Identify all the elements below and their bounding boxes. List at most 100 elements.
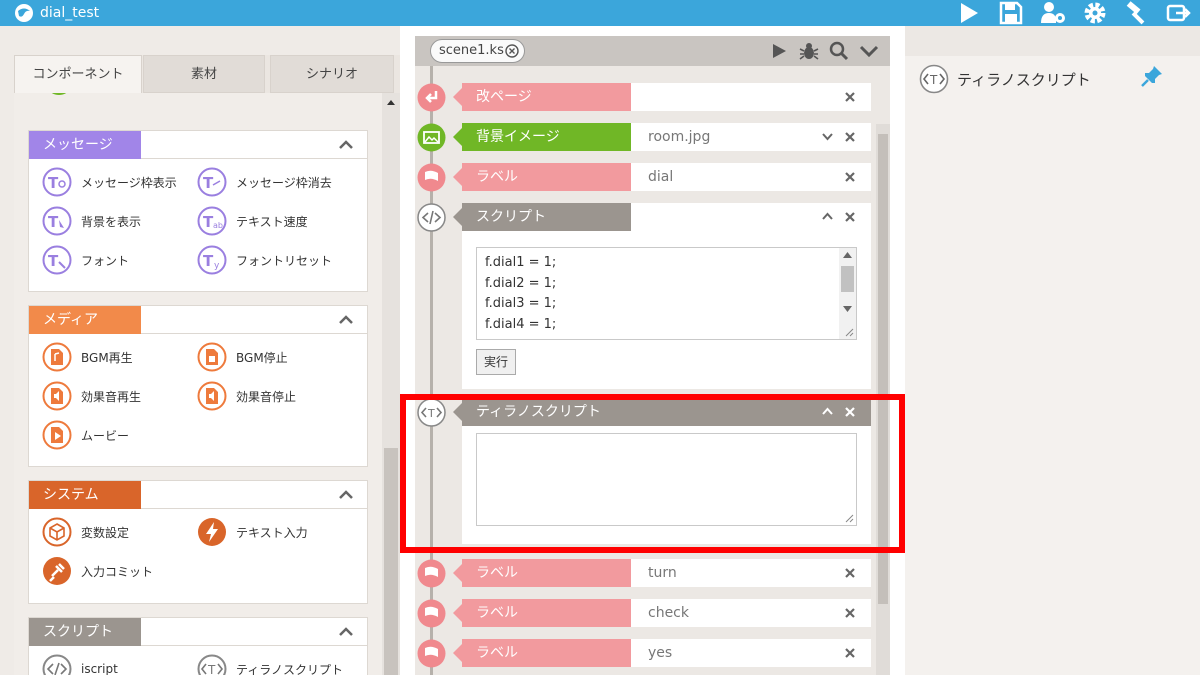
bgm-stop-icon (197, 342, 227, 372)
close-tab-icon[interactable] (505, 44, 519, 58)
scenario-row-label-dial[interactable]: ラベル dial (453, 163, 871, 191)
palette-item-variable[interactable]: 変数設定 (42, 517, 129, 547)
scene-file-tab[interactable]: scene1.ks (430, 39, 525, 63)
palette-item-text-speed[interactable]: Tab テキスト速度 (197, 206, 308, 236)
palette-item-text-input[interactable]: テキスト入力 (197, 517, 308, 547)
section-media: メディア BGM再生 BGM停止 効果音再生 効果音停止 ムービー (28, 305, 368, 467)
palette-scrollbar[interactable] (382, 93, 400, 675)
tab-components[interactable]: コンポーネント (14, 55, 142, 93)
chevron-up-icon[interactable] (339, 314, 353, 324)
delete-x-icon[interactable] (845, 568, 855, 578)
palette-item-message-show[interactable]: T メッセージ枠表示 (42, 167, 177, 197)
row-label: 改ページ (453, 83, 631, 111)
font-icon: T (42, 245, 72, 275)
tyrano-logo-icon (15, 4, 33, 22)
section-label: メッセージ (29, 131, 141, 159)
svg-text:T: T (48, 213, 59, 231)
palette-item-bgm-stop[interactable]: BGM停止 (197, 342, 288, 372)
tab-assets[interactable]: 素材 (143, 55, 265, 93)
editor-toolbar: scene1.ks (415, 36, 890, 66)
svg-text:ab: ab (213, 221, 223, 230)
palette-item-background-show[interactable]: T 背景を表示 (42, 206, 141, 236)
se-stop-icon (197, 381, 227, 411)
palette-item-movie[interactable]: ムービー (42, 420, 129, 450)
delete-x-icon[interactable] (845, 92, 855, 102)
palette-item-se-stop[interactable]: 効果音停止 (197, 381, 296, 411)
delete-x-icon[interactable] (845, 212, 855, 222)
chevron-up-icon[interactable] (339, 626, 353, 636)
script-code-textarea[interactable]: f.dial1 = 1; f.dial2 = 1; f.dial3 = 1; f… (476, 247, 857, 340)
debug-bug-icon[interactable] (798, 41, 820, 61)
palette-item-iscript[interactable]: iscript (42, 654, 118, 675)
scenario-row-label-check[interactable]: ラベル check (453, 599, 871, 627)
row-value: turn (648, 565, 677, 581)
row-label: 背景イメージ (453, 123, 631, 151)
row-value: check (648, 605, 689, 621)
properties-title: T ティラノスクリプト (919, 64, 1091, 94)
scroll-up-arrow-icon[interactable] (843, 252, 852, 258)
section-header[interactable]: スクリプト (29, 618, 367, 646)
palette-scroll-thumb[interactable] (384, 448, 398, 675)
palette-item-font[interactable]: T フォント (42, 245, 129, 275)
svg-text:T: T (48, 252, 59, 270)
title-bar: dial_test (0, 0, 1200, 26)
background-show-icon: T (42, 206, 72, 236)
palette-item-input-commit[interactable]: 入力コミット (42, 556, 153, 586)
chevron-up-icon[interactable] (822, 212, 833, 220)
palette-item-tyranoscript[interactable]: T ティラノスクリプト (197, 654, 343, 675)
play-icon[interactable] (956, 1, 982, 25)
svg-text:T: T (203, 174, 214, 192)
section-header[interactable]: メディア (29, 306, 367, 334)
section-header[interactable]: メッセージ (29, 131, 367, 159)
export-icon[interactable] (1166, 1, 1192, 25)
resize-grip-icon[interactable] (844, 327, 854, 337)
chevron-down-icon[interactable] (858, 41, 880, 61)
scenario-row-page-break[interactable]: 改ページ (453, 83, 871, 111)
chevron-down-icon[interactable] (822, 133, 833, 141)
delete-x-icon[interactable] (845, 172, 855, 182)
chevron-up-icon[interactable] (339, 489, 353, 499)
scroll-down-arrow-icon[interactable] (843, 306, 852, 312)
properties-panel: T ティラノスクリプト (905, 26, 1200, 675)
script-block-header[interactable]: スクリプト (453, 203, 871, 231)
palette-item-bgm-play[interactable]: BGM再生 (42, 342, 133, 372)
editor-actions (768, 41, 880, 61)
section-header[interactable]: システム (29, 481, 367, 509)
delete-x-icon[interactable] (845, 132, 855, 142)
properties-content: T ティラノスクリプト (905, 56, 1200, 675)
palette-tabs: コンポーネント 素材 シナリオ (14, 55, 400, 93)
row-value: yes (648, 645, 673, 661)
delete-x-icon[interactable] (845, 648, 855, 658)
section-label: メディア (29, 306, 141, 334)
highlight-box (400, 394, 905, 553)
page-break-icon (417, 83, 446, 112)
message-show-icon: T (42, 167, 72, 197)
code-scroll-thumb[interactable] (841, 266, 854, 292)
save-icon[interactable] (998, 1, 1024, 25)
gear-icon[interactable] (1082, 1, 1108, 25)
delete-x-icon[interactable] (845, 608, 855, 618)
script-code-icon (417, 203, 446, 232)
search-icon[interactable] (828, 41, 850, 61)
se-play-icon (42, 381, 72, 411)
scenario-row-label-turn[interactable]: ラベル turn (453, 559, 871, 587)
hammer-icon[interactable] (1124, 1, 1150, 25)
tab-scenario[interactable]: シナリオ (270, 55, 394, 93)
scenario-row-background[interactable]: 背景イメージ room.jpg (453, 123, 871, 151)
palette-item-se-play[interactable]: 効果音再生 (42, 381, 141, 411)
preview-play-icon[interactable] (768, 41, 790, 61)
run-button[interactable]: 実行 (476, 349, 516, 375)
component-palette: コンポーネント 素材 シナリオ メッセージ T メッセージ枠表示 T メッセージ… (14, 55, 400, 675)
pin-icon[interactable] (1140, 64, 1164, 88)
chevron-up-icon[interactable] (339, 139, 353, 149)
scenario-row-label-yes[interactable]: ラベル yes (453, 639, 871, 667)
scroll-up-arrow[interactable] (387, 100, 395, 105)
section-message: メッセージ T メッセージ枠表示 T メッセージ枠消去 T 背景を表示 Tab … (28, 130, 368, 292)
palette-item-font-reset[interactable]: Ty フォントリセット (197, 245, 332, 275)
palette-item-message-hide[interactable]: T メッセージ枠消去 (197, 167, 332, 197)
font-reset-icon: Ty (197, 245, 227, 275)
partial-item-icon (51, 93, 67, 95)
svg-text:T: T (203, 252, 214, 270)
user-settings-icon[interactable] (1040, 1, 1066, 25)
row-value: room.jpg (648, 129, 711, 145)
